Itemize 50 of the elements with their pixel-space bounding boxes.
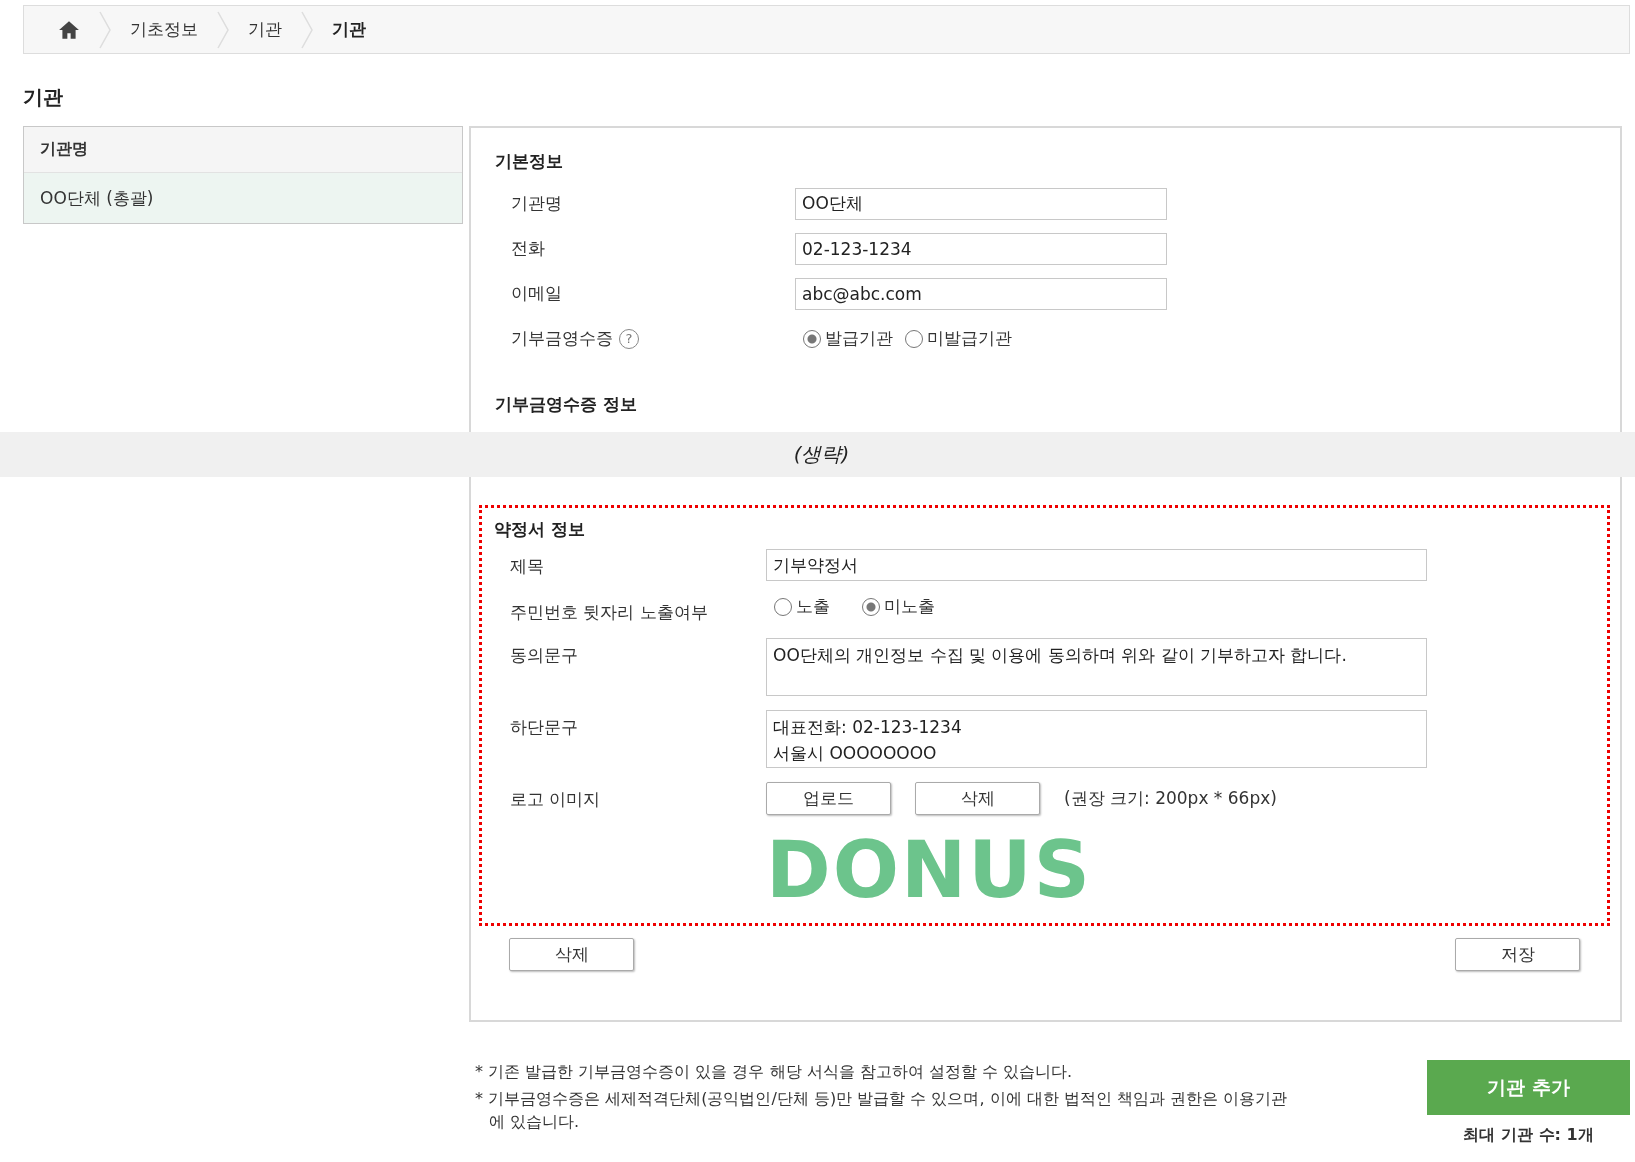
text-area[interactable]: 대표전화: 02-123-1234 서울시 OOOOOOOO bbox=[766, 710, 1427, 768]
radio-option[interactable]: 발급기관 bbox=[803, 327, 893, 350]
field-label: 제목 bbox=[510, 555, 545, 578]
field-label: 주민번호 뒷자리 노출여부 bbox=[510, 601, 709, 624]
text-field[interactable]: OO단체 bbox=[795, 187, 1167, 220]
section-title: 기부금영수증 정보 bbox=[495, 393, 638, 416]
field-label: 기관명 bbox=[511, 192, 563, 215]
section-title: 약정서 정보 bbox=[494, 518, 586, 541]
breadcrumb-item[interactable]: 기초정보 bbox=[130, 18, 198, 41]
action-button[interactable]: 업로드 bbox=[766, 782, 891, 815]
radio-option[interactable]: 미노출 bbox=[862, 595, 935, 618]
radio-label: 미노출 bbox=[884, 595, 935, 618]
action-button[interactable]: 삭제 bbox=[915, 782, 1040, 815]
chevron-icon bbox=[216, 9, 230, 50]
text-field[interactable]: 02-123-1234 bbox=[795, 232, 1167, 265]
page-title: 기관 bbox=[23, 84, 64, 111]
radio-option[interactable]: 노출 bbox=[774, 595, 830, 618]
radio-icon[interactable] bbox=[905, 329, 923, 348]
breadcrumb-item[interactable]: 기관 bbox=[332, 18, 366, 41]
action-button[interactable]: 삭제 bbox=[509, 938, 634, 971]
radio-icon[interactable] bbox=[774, 597, 792, 616]
field-label: 기부금영수증 bbox=[511, 327, 613, 350]
radio-option[interactable]: 미발급기관 bbox=[905, 327, 1012, 350]
section-title: 기본정보 bbox=[495, 150, 564, 173]
breadcrumb-item[interactable]: 기관 bbox=[248, 18, 282, 41]
list-header: 기관명 bbox=[24, 127, 462, 173]
omitted-note: (생략) bbox=[793, 441, 850, 468]
radio-label: 미발급기관 bbox=[927, 327, 1012, 350]
chevron-icon bbox=[98, 9, 112, 50]
field-label: 동의문구 bbox=[510, 644, 579, 667]
action-button[interactable]: 저장 bbox=[1455, 938, 1580, 971]
note-text: * 기존 발급한 기부금영수증이 있을 경우 해당 서식을 참고하여 설정할 수 있습니다. bbox=[475, 1061, 1074, 1083]
chevron-icon bbox=[300, 9, 314, 50]
organization-item[interactable]: OO단체 (총괄) bbox=[24, 173, 462, 223]
radio-label: 노출 bbox=[796, 595, 830, 618]
size-hint: (권장 크기: 200px * 66px) bbox=[1064, 787, 1277, 810]
text-field[interactable]: abc@abc.com bbox=[795, 277, 1167, 310]
text-field[interactable]: 기부약정서 bbox=[766, 549, 1427, 581]
field-label: 로고 이미지 bbox=[510, 788, 602, 811]
field-label: 하단문구 bbox=[510, 716, 579, 739]
note-text: * 기부금영수증은 세제적격단체(공익법인/단체 등)만 발급할 수 있으며, 이에 대한 법적인 책임과 권한은 이용기관에 있습니다. bbox=[475, 1088, 1288, 1133]
field-label: 이메일 bbox=[511, 282, 563, 305]
max-count-text: 최대 기관 수: 1개 bbox=[1463, 1125, 1594, 1146]
text-area[interactable]: OO단체의 개인정보 수집 및 이용에 동의하며 위와 같이 기부하고자 합니다. bbox=[766, 638, 1427, 696]
logo-text: DONUS bbox=[766, 831, 1093, 909]
radio-icon[interactable] bbox=[803, 329, 821, 348]
home-icon[interactable] bbox=[58, 19, 80, 40]
radio-icon[interactable] bbox=[862, 597, 880, 616]
radio-label: 발급기관 bbox=[825, 327, 893, 350]
field-label: 전화 bbox=[511, 237, 546, 260]
